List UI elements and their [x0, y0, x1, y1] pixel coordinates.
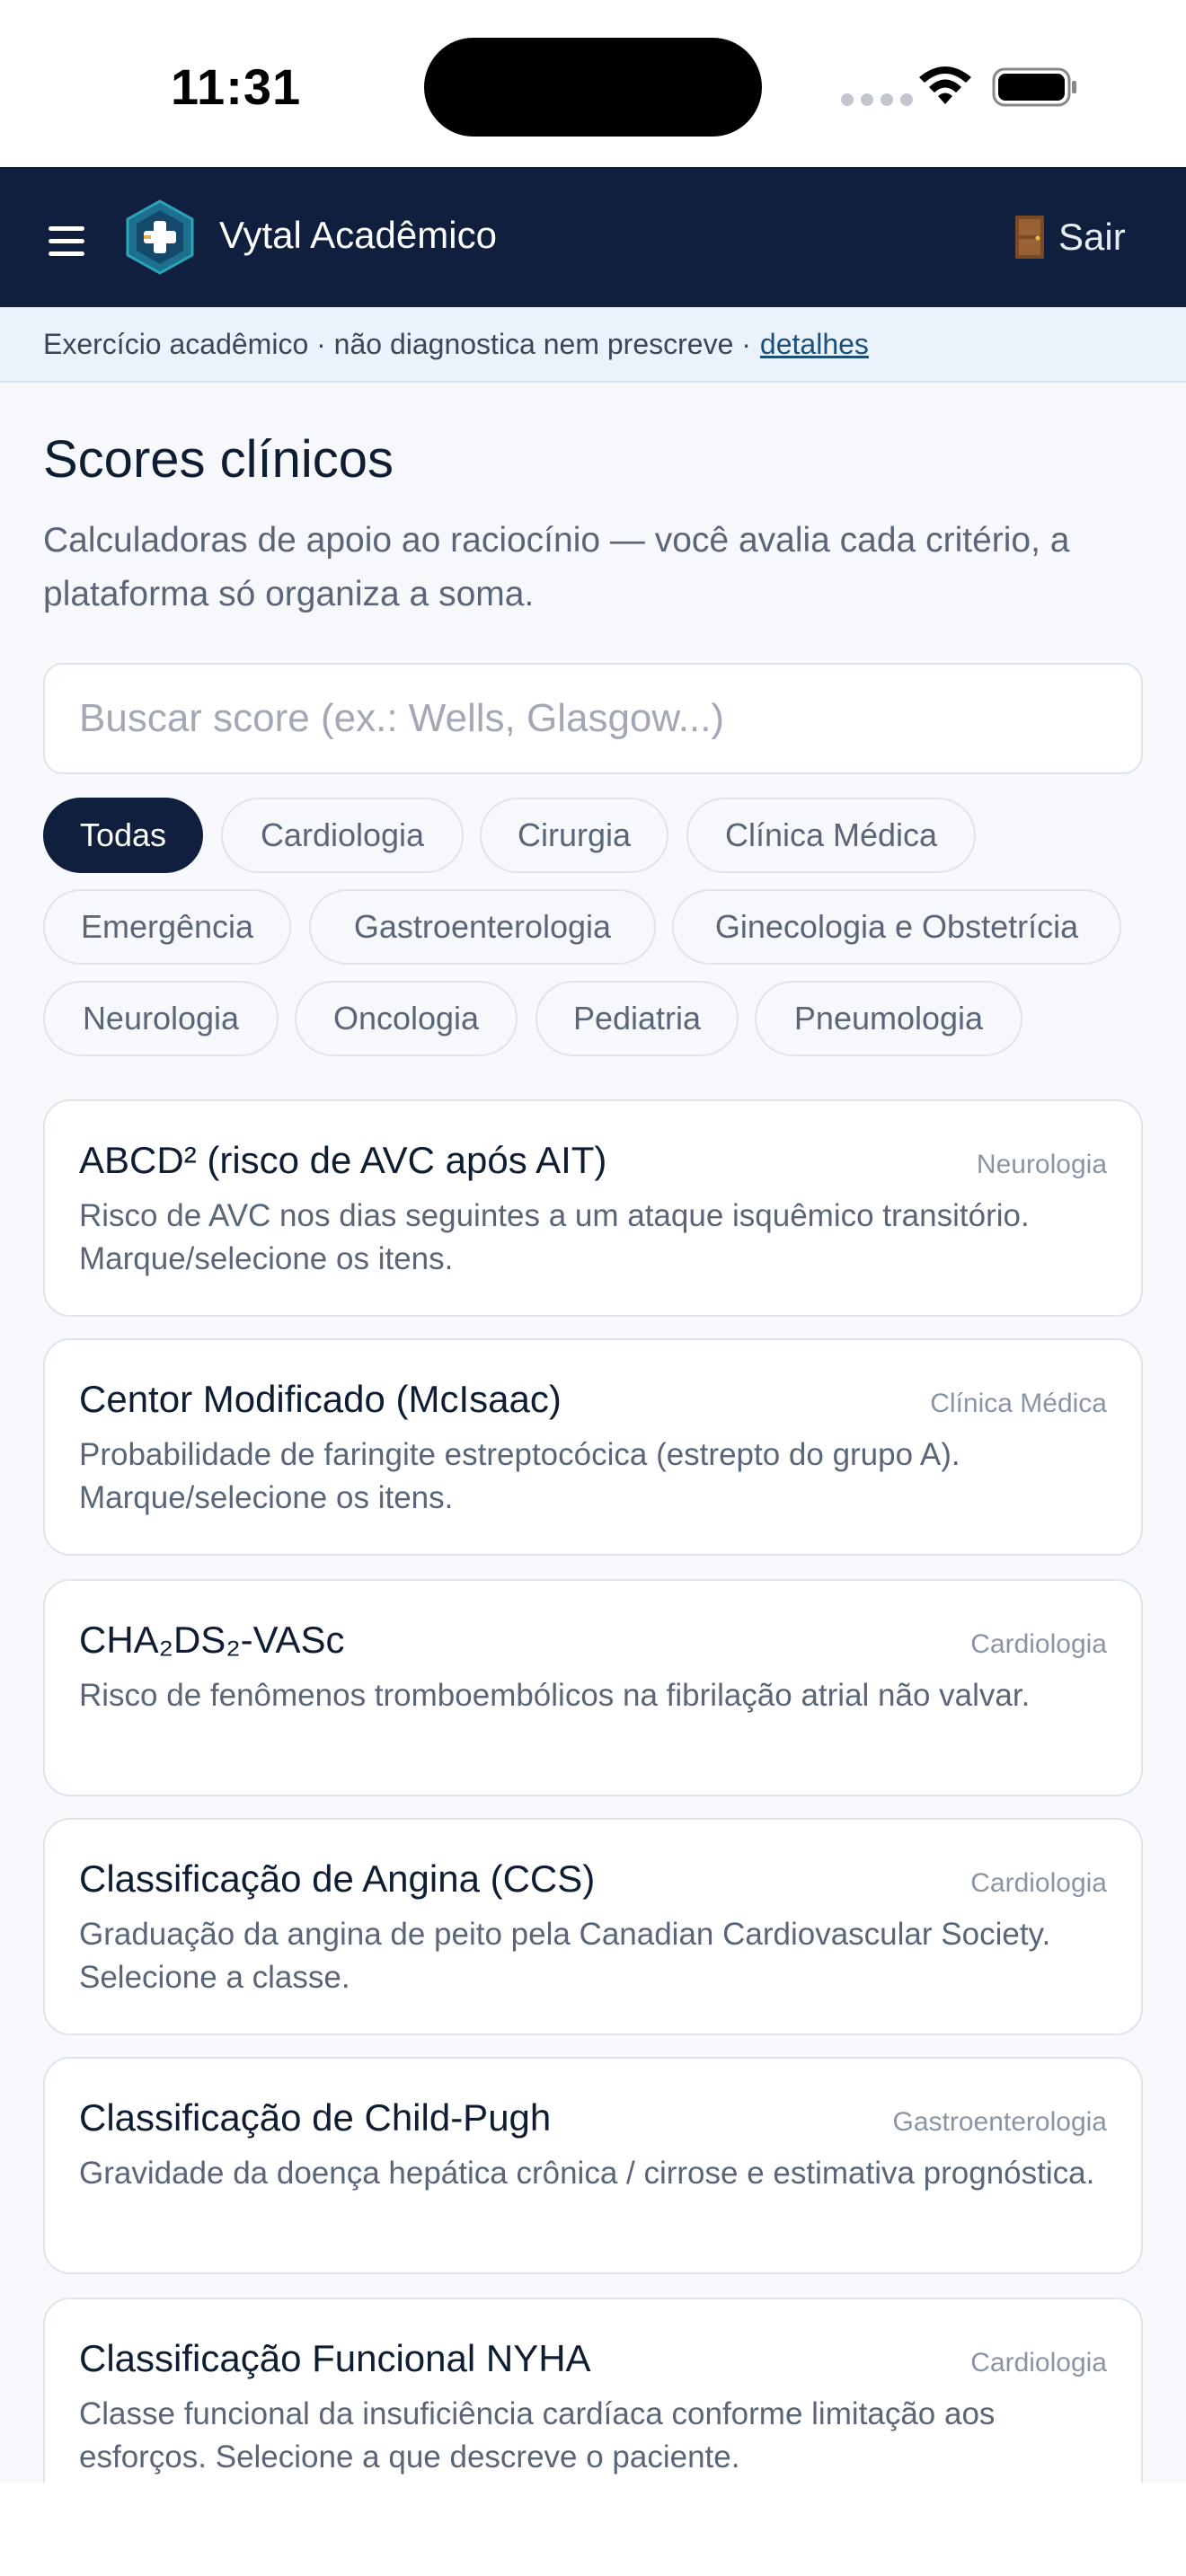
door-icon	[1015, 216, 1044, 259]
dynamic-island	[424, 38, 762, 137]
medical-cross-hexagon-icon	[126, 199, 194, 275]
app-title: Vytal Acadêmico	[219, 214, 497, 256]
score-description: Graduação da angina de peito pela Canadi…	[79, 1917, 1051, 1995]
score-description: Risco de fenômenos tromboembólicos na fi…	[79, 1678, 1031, 1713]
score-category: Cardiologia	[970, 1629, 1107, 1659]
score-description: Classe funcional da insuficiência cardía…	[79, 2396, 996, 2475]
disclaimer-details-link[interactable]: detalhes	[760, 328, 869, 361]
status-time: 11:31	[171, 58, 302, 115]
disclaimer-text: Exercício acadêmico · não diagnostica ne…	[43, 327, 751, 360]
score-title: Classificação de Child-Pugh	[79, 2096, 552, 2139]
filter-chip-cardiologia[interactable]: Cardiologia	[221, 798, 464, 873]
search-box[interactable]	[43, 663, 1143, 774]
page-title: Scores clínicos	[43, 430, 394, 489]
score-card[interactable]: ABCD² (risco de AVC após AIT) Neurologia…	[43, 1099, 1143, 1317]
filter-chip-ginecologia-obstetricia[interactable]: Ginecologia e Obstetrícia	[672, 889, 1121, 965]
cellular-signal-icon	[841, 93, 913, 106]
score-title: Classificação Funcional NYHA	[79, 2337, 591, 2379]
disclaimer-bar: Exercício acadêmico · não diagnostica ne…	[0, 307, 1186, 383]
score-description: Gravidade da doença hepática crônica / c…	[79, 2156, 1095, 2191]
score-card[interactable]: CHA₂DS₂-VASc Cardiologia Risco de fenôme…	[43, 1579, 1143, 1796]
filter-chip-pediatria[interactable]: Pediatria	[535, 981, 739, 1056]
score-category: Clínica Médica	[930, 1389, 1107, 1418]
score-card[interactable]: Centor Modificado (McIsaac) Clínica Médi…	[43, 1338, 1143, 1556]
score-title: ABCD² (risco de AVC após AIT)	[79, 1139, 607, 1181]
logout-label: Sair	[1058, 216, 1126, 258]
score-description: Risco de AVC nos dias seguintes a um ata…	[79, 1198, 1030, 1276]
search-input[interactable]	[79, 696, 1141, 741]
page-subtitle: Calculadoras de apoio ao raciocínio — vo…	[43, 521, 1070, 613]
score-card[interactable]: Classificação de Angina (CCS) Cardiologi…	[43, 1818, 1143, 2035]
filter-chip-clinica-medica[interactable]: Clínica Médica	[686, 798, 976, 873]
score-title: Centor Modificado (McIsaac)	[79, 1378, 562, 1420]
filter-chip-gastroenterologia[interactable]: Gastroenterologia	[309, 889, 656, 965]
score-category: Cardiologia	[970, 2348, 1107, 2378]
score-category: Gastroenterologia	[892, 2107, 1107, 2137]
hamburger-menu-icon[interactable]	[49, 226, 84, 257]
filter-chip-pneumologia[interactable]: Pneumologia	[755, 981, 1022, 1056]
logout-button[interactable]: Sair	[1013, 210, 1126, 264]
filter-chip-emergencia[interactable]: Emergência	[43, 889, 291, 965]
score-title: Classificação de Angina (CCS)	[79, 1857, 596, 1900]
score-category: Neurologia	[976, 1150, 1107, 1179]
wifi-icon	[919, 66, 971, 104]
score-card[interactable]: Classificação de Child-Pugh Gastroentero…	[43, 2057, 1143, 2274]
score-category: Cardiologia	[970, 1868, 1107, 1898]
filter-chip-neurologia[interactable]: Neurologia	[43, 981, 279, 1056]
battery-icon	[992, 67, 1076, 107]
filter-chip-todas[interactable]: Todas	[43, 798, 203, 873]
score-title: CHA₂DS₂-VASc	[79, 1619, 345, 1661]
filter-chip-oncologia[interactable]: Oncologia	[295, 981, 518, 1056]
bottom-safe-area	[0, 2483, 1186, 2576]
score-description: Probabilidade de faringite estreptocócic…	[79, 1437, 960, 1515]
filter-chip-cirurgia[interactable]: Cirurgia	[480, 798, 668, 873]
